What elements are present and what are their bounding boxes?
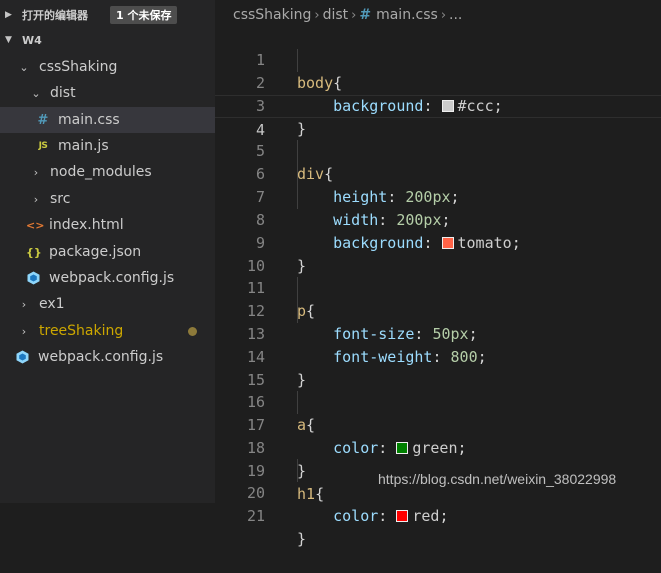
tree-folder-src[interactable]: › src (0, 186, 215, 212)
tree-item-label: ex1 (39, 296, 65, 312)
code-line[interactable]: 1 body{ (215, 26, 661, 92)
code-line[interactable]: 11 p{ (215, 254, 661, 320)
code-line[interactable]: 13 font-weight: 800; (215, 300, 661, 366)
tree-item-label: main.js (58, 138, 109, 154)
chevron-right-icon: › (33, 192, 39, 206)
tree-item-label: cssShaking (39, 59, 118, 75)
workspace-header[interactable]: ▼ W4 (0, 27, 215, 53)
code-line[interactable]: 2 background: #ccc; (215, 49, 661, 115)
css-file-icon: # (37, 112, 49, 128)
tree-item-label: dist (50, 85, 76, 101)
code-line-current[interactable]: 4 (215, 95, 661, 139)
chevron-down-icon: ⌄ (31, 86, 41, 100)
code-line[interactable]: 18 } (215, 414, 661, 480)
tree-file-main-js[interactable]: JS main.js (0, 133, 215, 159)
semicolon: ; (439, 506, 449, 525)
brace: } (297, 529, 307, 548)
code-line[interactable]: 5 div{ (215, 117, 661, 183)
tree-item-label: treeShaking (39, 323, 124, 339)
css-file-icon: # (359, 7, 372, 23)
tree-file-main-css[interactable]: # main.css (0, 107, 215, 133)
open-editors-title: 打开的编辑器 (22, 9, 88, 22)
tree-item-label: index.html (49, 217, 124, 233)
html-file-icon: <> (26, 218, 45, 232)
line-number: 21 (246, 506, 265, 525)
explorer-sidebar: ▶ 打开的编辑器 1 个未保存 ▼ W4 ⌄ cssShaking ⌄ dist… (0, 0, 215, 503)
chevron-right-icon: › (351, 7, 357, 23)
unsaved-badge: 1 个未保存 (110, 6, 178, 24)
tree-folder-dist[interactable]: ⌄ dist (0, 80, 215, 106)
code-line[interactable]: 10 (215, 232, 661, 275)
code-line[interactable]: 6 height: 200px; (215, 140, 661, 206)
code-line[interactable]: 3 } (215, 72, 661, 138)
workspace-title: W4 (22, 33, 42, 47)
js-file-icon: JS (38, 141, 48, 151)
watermark: https://blog.csdn.net/weixin_38022998 (378, 471, 617, 487)
tree-folder-cssshaking[interactable]: ⌄ cssShaking (0, 54, 215, 80)
code-line[interactable]: 19 h1{ (215, 437, 661, 503)
tree-item-label: main.css (58, 112, 120, 128)
code-line[interactable]: 14 } (215, 323, 661, 389)
chevron-right-icon: › (33, 165, 39, 179)
breadcrumb-item[interactable]: main.css (376, 7, 438, 23)
tree-item-label: webpack.config.js (49, 270, 175, 286)
webpack-cube-icon (16, 350, 30, 364)
tree-item-label: node_modules (50, 164, 152, 180)
chevron-right-icon: › (21, 324, 27, 338)
breadcrumb-item[interactable]: ... (449, 7, 462, 23)
code-editor[interactable]: cssShaking › dist › # main.css › ... 1 b… (215, 0, 661, 548)
tree-item-label: webpack.config.js (38, 349, 164, 365)
css-property: color (333, 506, 379, 525)
tree-file-webpack-config-root[interactable]: webpack.config.js (0, 344, 215, 370)
breadcrumb-item[interactable]: dist (323, 7, 349, 23)
code-line[interactable]: 7 width: 200px; (215, 163, 661, 229)
chevron-down-icon: ⌄ (19, 60, 29, 74)
modified-dot-icon (188, 327, 197, 336)
tree-item-label: src (50, 191, 71, 207)
tree-file-package-json[interactable]: {} package.json (0, 239, 215, 265)
open-editors-header[interactable]: ▶ 打开的编辑器 1 个未保存 (0, 2, 215, 28)
tree-item-label: package.json (49, 244, 142, 260)
tree-file-index-html[interactable]: <> index.html (0, 212, 215, 238)
webpack-cube-icon (27, 271, 41, 285)
breadcrumb-item[interactable]: cssShaking (233, 7, 311, 23)
colon: : (378, 506, 397, 525)
color-swatch-icon[interactable] (396, 509, 409, 522)
tree-folder-node-modules[interactable]: › node_modules (0, 159, 215, 185)
chevron-right-icon: › (21, 297, 27, 311)
chevron-right-icon: ▶ (5, 10, 12, 20)
tree-folder-ex1[interactable]: › ex1 (0, 291, 215, 317)
chevron-right-icon: › (440, 7, 447, 23)
code-line[interactable]: 8 background: tomato; (215, 186, 661, 252)
code-line[interactable]: 16 a{ (215, 368, 661, 434)
tree-folder-treeshaking[interactable]: › treeShaking (0, 318, 215, 344)
code-line[interactable]: 9 } (215, 209, 661, 275)
json-file-icon: {} (26, 245, 42, 259)
chevron-right-icon: › (314, 7, 320, 23)
css-value: red (412, 506, 440, 525)
chevron-down-icon: ▼ (5, 35, 12, 45)
code-line[interactable]: 12 font-size: 50px; (215, 277, 661, 343)
code-line[interactable]: 17 color: green; (215, 391, 661, 457)
code-line[interactable]: 15 (215, 346, 661, 389)
tree-file-webpack-config[interactable]: webpack.config.js (0, 265, 215, 291)
